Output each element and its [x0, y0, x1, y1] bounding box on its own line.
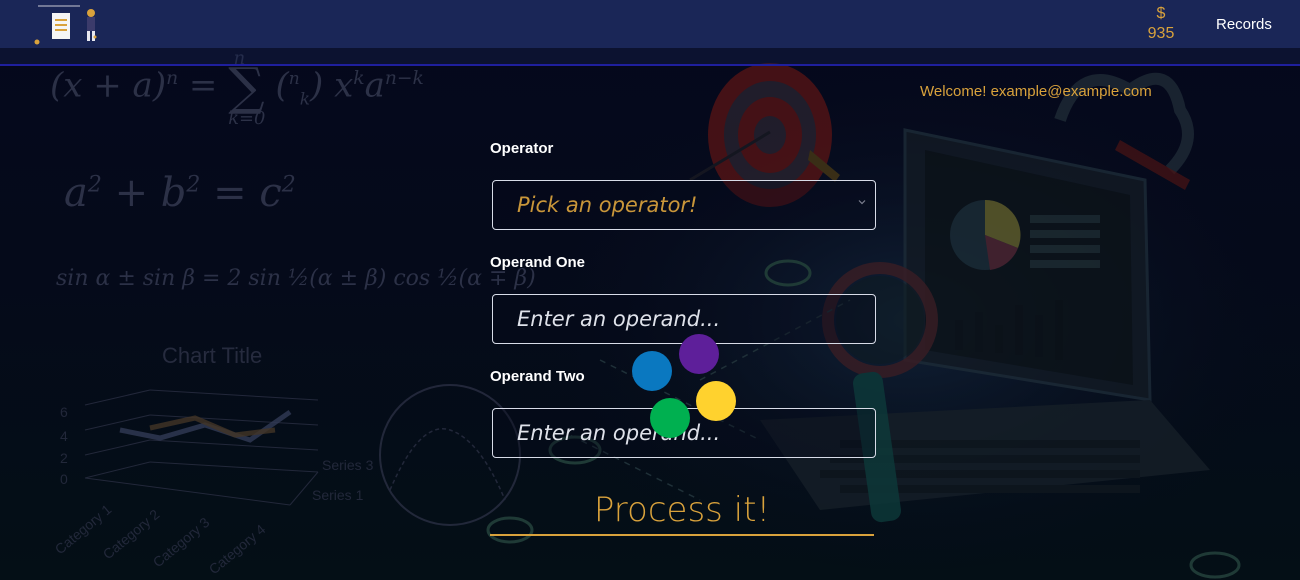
- balance-amount: 935: [1147, 25, 1175, 42]
- navbar-divider: [0, 48, 1300, 66]
- binomial-formula: (x + a)n = ∑ n k=0 (nk) xkan−k: [50, 48, 424, 130]
- top-navbar: $ 935 Records: [0, 0, 1300, 48]
- chart-tick-2: 2: [60, 450, 68, 466]
- process-button[interactable]: Process it!: [490, 486, 874, 536]
- balance-display: $ 935: [1140, 4, 1182, 44]
- operator-select-value: Pick an operator!: [517, 193, 698, 217]
- welcome-message: Welcome! example@example.com: [920, 83, 1152, 100]
- operand-one-label: Operand One: [490, 254, 586, 271]
- records-link[interactable]: Records: [1216, 16, 1272, 33]
- loader-dot-green: [650, 398, 690, 438]
- operand-one-input[interactable]: [517, 307, 857, 331]
- background-chart: 6 4 2 0 Series 3 Series 1 Category 1 Cat…: [52, 384, 521, 577]
- operator-select[interactable]: Pick an operator!: [492, 180, 876, 230]
- loader-dot-yellow: [696, 381, 736, 421]
- chart-series-1: Series 1: [312, 487, 364, 503]
- background-chart-title: Chart Title: [162, 343, 263, 368]
- currency-symbol: $: [1156, 5, 1166, 22]
- chart-tick-4: 4: [60, 428, 68, 444]
- chevron-down-icon: [858, 200, 866, 205]
- operator-label: Operator: [490, 140, 554, 157]
- chart-category-3: Category 3: [150, 514, 213, 570]
- loader-dot-blue: [632, 351, 672, 391]
- chart-category-4: Category 4: [206, 521, 269, 577]
- pythagoras-formula: a2 + b2 = c2: [64, 170, 296, 216]
- loader-dot-purple: [679, 334, 719, 374]
- chart-series-3: Series 3: [322, 457, 374, 473]
- operand-one-field: [492, 294, 876, 344]
- chart-tick-6: 6: [60, 404, 68, 420]
- chart-tick-0: 0: [60, 471, 68, 487]
- operand-two-label: Operand Two: [490, 368, 585, 385]
- trig-formula: sin α ± sin β = 2 sin ½(α ± β) cos ½(α ∓…: [56, 266, 536, 291]
- app-logo[interactable]: [32, 3, 104, 45]
